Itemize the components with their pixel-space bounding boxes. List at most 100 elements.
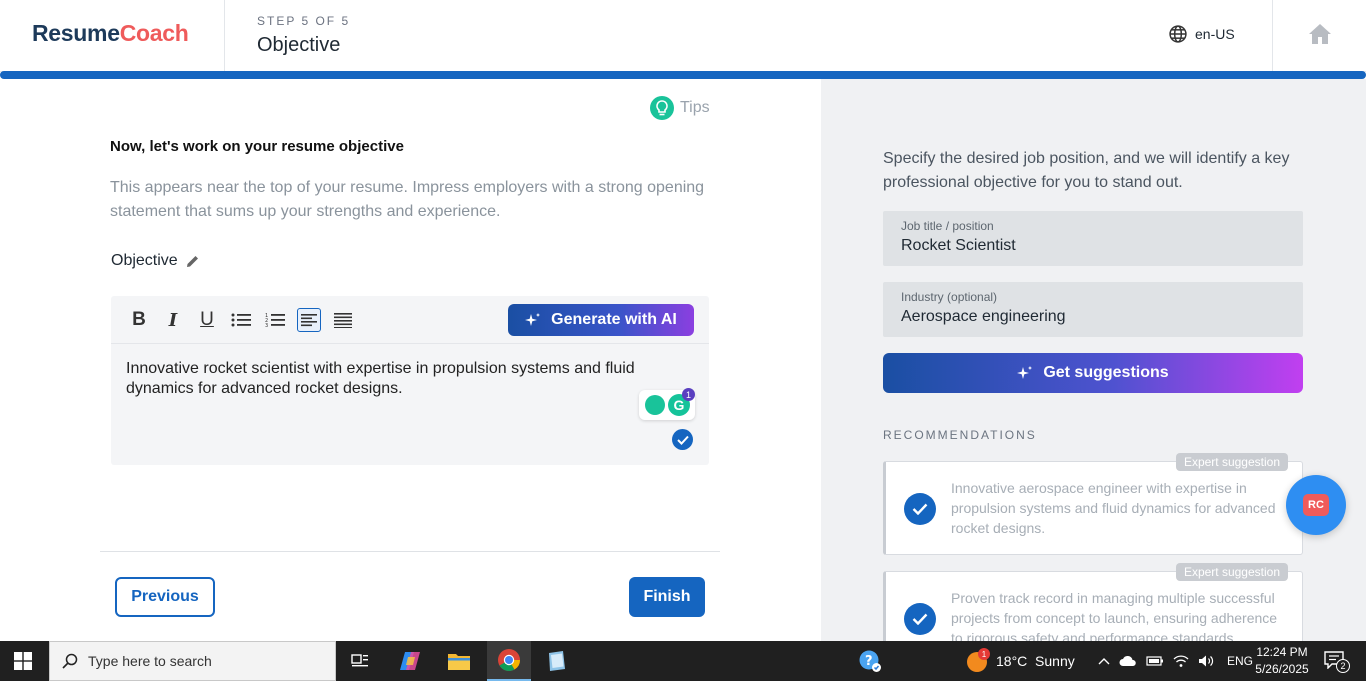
objective-text[interactable]: Innovative rocket scientist with experti…	[126, 359, 666, 399]
weather-text: 18°C Sunny	[996, 653, 1075, 669]
task-view-button[interactable]	[338, 641, 382, 681]
battery-icon[interactable]	[1146, 655, 1164, 667]
weather-widget[interactable]: 1 18°C Sunny	[966, 641, 1075, 681]
editor-toolbar: B I U 123 Generate with AI	[111, 296, 709, 344]
align-left-icon	[301, 314, 317, 327]
header-divider	[224, 0, 225, 72]
header: ResumeCoach STEP 5 OF 5 Objective en-US	[0, 0, 1366, 72]
notification-icon: 2	[1324, 650, 1350, 673]
expert-suggestion-tag: Expert suggestion	[1175, 563, 1288, 581]
globe-icon	[1169, 25, 1187, 43]
previous-button[interactable]: Previous	[115, 577, 215, 617]
grammarly-count: 1	[682, 388, 695, 401]
italic-button[interactable]: I	[161, 308, 185, 332]
divider	[100, 551, 720, 552]
chat-bubble-label: RC	[1303, 494, 1329, 516]
lightbulb-icon	[650, 96, 674, 120]
language-selector[interactable]: en-US	[1168, 24, 1235, 44]
industry-label: Industry (optional)	[901, 290, 998, 304]
system-tray: ENG	[1098, 641, 1253, 681]
chevron-up-icon[interactable]	[1098, 657, 1110, 665]
help-icon: ?	[859, 650, 881, 672]
recommendation-card[interactable]: Expert suggestion Innovative aerospace e…	[883, 453, 1303, 555]
generate-with-ai-button[interactable]: Generate with AI	[508, 304, 694, 336]
resumecoach-logo[interactable]: ResumeCoach	[32, 20, 189, 47]
folder-icon	[448, 654, 470, 670]
bullet-list-icon	[231, 313, 251, 327]
justify-button[interactable]	[331, 308, 355, 332]
step-indicator: STEP 5 OF 5	[257, 14, 351, 28]
wifi-icon[interactable]	[1173, 654, 1189, 668]
svg-text:?: ?	[865, 654, 873, 669]
bold-button[interactable]: B	[127, 308, 151, 332]
language-code: en-US	[1195, 26, 1235, 42]
tips-label: Tips	[680, 99, 710, 116]
task-view-icon	[351, 654, 368, 667]
app-button[interactable]	[535, 641, 579, 681]
chrome-button[interactable]	[487, 641, 531, 681]
windows-taskbar: Type here to search ? 1 18°C Sunny ENG 1…	[0, 641, 1366, 681]
speaker-icon[interactable]	[1198, 654, 1214, 668]
sparkle-icon	[525, 313, 541, 326]
app: ResumeCoach STEP 5 OF 5 Objective en-US …	[0, 0, 1366, 641]
expert-suggestion-tag: Expert suggestion	[1175, 453, 1288, 471]
industry-value: Aerospace engineering	[901, 308, 1066, 325]
header-divider	[1272, 0, 1273, 72]
notification-count: 2	[1336, 659, 1350, 673]
tips-button[interactable]: Tips	[650, 96, 710, 120]
pencil-icon[interactable]	[186, 254, 200, 268]
justify-icon	[334, 313, 352, 328]
taskbar-clock[interactable]: 12:24 PM 5/26/2025	[1250, 644, 1314, 678]
chat-bubble-button[interactable]: RC	[1286, 475, 1346, 535]
get-suggestions-label: Get suggestions	[1043, 364, 1169, 381]
industry-field[interactable]: Industry (optional) Aerospace engineerin…	[883, 282, 1303, 337]
check-icon[interactable]	[904, 493, 936, 525]
objective-editor: B I U 123 Generate with AI Innovative ro…	[111, 296, 709, 465]
search-icon	[62, 653, 78, 669]
grammarly-widget[interactable]: G 1	[639, 388, 695, 420]
check-icon[interactable]	[904, 603, 936, 635]
underline-button[interactable]: U	[195, 308, 219, 332]
copilot-button[interactable]	[388, 641, 432, 681]
generate-with-ai-label: Generate with AI	[551, 311, 677, 328]
app-icon	[549, 651, 565, 671]
clock-time: 12:24 PM	[1256, 645, 1308, 659]
numbered-list-icon: 123	[265, 313, 285, 328]
check-icon	[672, 429, 693, 450]
file-explorer-button[interactable]	[437, 641, 481, 681]
home-icon	[1309, 24, 1331, 44]
job-title-field[interactable]: Job title / position Rocket Scientist	[883, 211, 1303, 266]
bullet-list-button[interactable]	[229, 308, 253, 332]
notification-center-button[interactable]: 2	[1324, 641, 1350, 681]
recommendations-heading: RECOMMENDATIONS	[883, 428, 1037, 442]
chrome-icon	[498, 649, 520, 671]
page-title: Objective	[257, 34, 341, 56]
objective-label: Objective	[111, 252, 200, 270]
sun-icon: 1	[966, 648, 990, 672]
section-description: This appears near the top of your resume…	[110, 179, 705, 220]
section-heading: Now, let's work on your resume objective	[110, 138, 404, 155]
home-button[interactable]	[1308, 23, 1332, 50]
search-placeholder: Type here to search	[88, 653, 212, 669]
grammarly-bulb-icon	[645, 395, 665, 415]
recommendation-text: Innovative aerospace engineer with exper…	[951, 480, 1276, 536]
numbered-list-button[interactable]: 123	[263, 308, 287, 332]
weather-badge: 1	[978, 648, 990, 660]
copilot-icon	[400, 652, 420, 670]
recommendation-card[interactable]: Expert suggestion Proven track record in…	[883, 563, 1303, 641]
sparkle-icon	[1017, 366, 1033, 379]
get-suggestions-button[interactable]: Get suggestions	[883, 353, 1303, 393]
finish-button[interactable]: Finish	[629, 577, 705, 617]
suggestions-panel: Specify the desired job position, and we…	[821, 79, 1366, 641]
clock-date: 5/26/2025	[1255, 662, 1309, 676]
windows-start-icon[interactable]	[14, 652, 32, 670]
job-title-label: Job title / position	[901, 219, 994, 233]
svg-text:3: 3	[265, 323, 268, 328]
help-tray-icon[interactable]: ?	[858, 641, 882, 681]
taskbar-search-box[interactable]: Type here to search	[49, 641, 336, 681]
recommendation-text: Proven track record in managing multiple…	[951, 590, 1278, 641]
objective-label-text: Objective	[111, 252, 178, 269]
progress-bar	[0, 71, 1366, 79]
cloud-icon[interactable]	[1119, 655, 1137, 667]
align-left-button[interactable]	[297, 308, 321, 332]
